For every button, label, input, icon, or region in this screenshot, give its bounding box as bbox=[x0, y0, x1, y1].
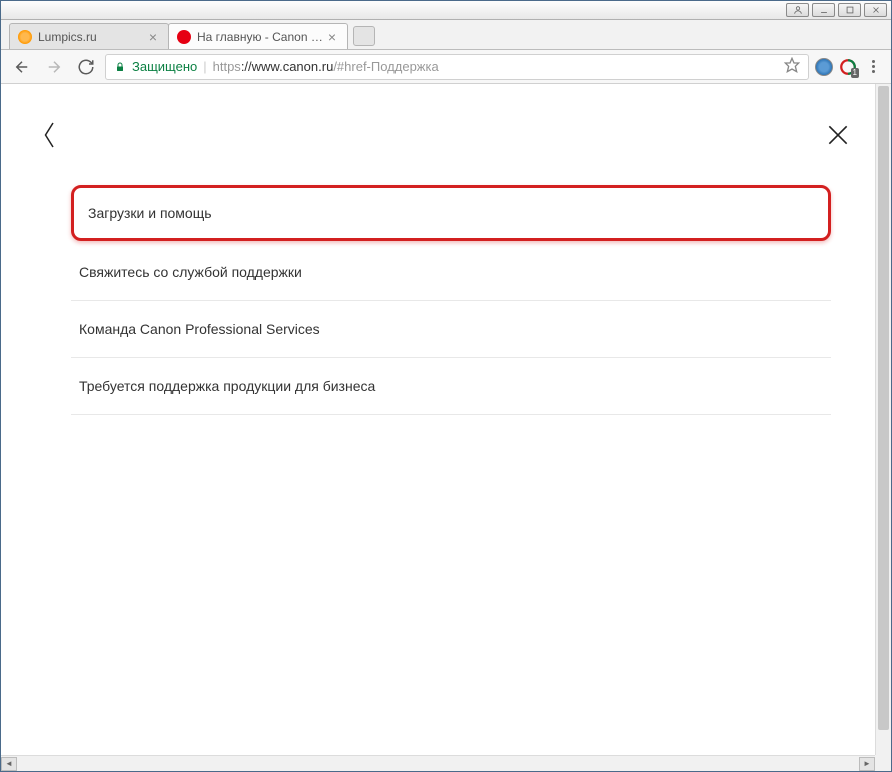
bookmark-star-icon[interactable] bbox=[784, 57, 800, 76]
tab-strip: Lumpics.ru × На главную - Canon Рос × bbox=[1, 20, 891, 50]
nav-forward-button[interactable] bbox=[41, 54, 67, 80]
menu-item-label: Свяжитесь со службой поддержки bbox=[79, 264, 302, 280]
tab-title: Lumpics.ru bbox=[38, 30, 146, 44]
tab-close-icon[interactable]: × bbox=[325, 30, 339, 44]
horizontal-scrollbar[interactable]: ◄ ► bbox=[1, 755, 875, 771]
page-content: Загрузки и помощь Свяжитесь со службой п… bbox=[1, 84, 891, 755]
menu-item-label: Требуется поддержка продукции для бизнес… bbox=[79, 378, 375, 394]
window-minimize-button[interactable] bbox=[812, 3, 835, 17]
extension-badge: 1 bbox=[851, 68, 859, 78]
page-viewport: Загрузки и помощь Свяжитесь со службой п… bbox=[1, 84, 891, 755]
menu-item-downloads-help[interactable]: Загрузки и помощь bbox=[71, 185, 831, 241]
menu-item-contact-support[interactable]: Свяжитесь со службой поддержки bbox=[71, 244, 831, 301]
scrollbar-corner bbox=[875, 755, 891, 771]
menu-item-label: Загрузки и помощь bbox=[88, 205, 212, 221]
secure-label: Защищено bbox=[132, 59, 197, 74]
url-text: https://www.canon.ru/#href-Поддержка bbox=[213, 59, 439, 74]
favicon-canon-icon bbox=[177, 30, 191, 44]
scroll-left-button[interactable]: ◄ bbox=[1, 757, 17, 771]
overlay-nav bbox=[31, 120, 861, 185]
extension-adblock-icon[interactable]: 1 bbox=[839, 58, 857, 76]
menu-item-business-support[interactable]: Требуется поддержка продукции для бизнес… bbox=[71, 358, 831, 415]
support-menu-list: Загрузки и помощь Свяжитесь со службой п… bbox=[71, 185, 831, 415]
tab-title: На главную - Canon Рос bbox=[197, 30, 325, 44]
scrollbar-thumb[interactable] bbox=[878, 86, 889, 730]
window-close-button[interactable] bbox=[864, 3, 887, 17]
vertical-scrollbar[interactable] bbox=[875, 84, 891, 755]
overlay-close-button[interactable] bbox=[825, 122, 851, 153]
scroll-right-button[interactable]: ► bbox=[859, 757, 875, 771]
browser-toolbar: Защищено | https://www.canon.ru/#href-По… bbox=[1, 50, 891, 84]
tab-close-icon[interactable]: × bbox=[146, 30, 160, 44]
url-separator: | bbox=[203, 59, 206, 74]
extension-icon[interactable] bbox=[815, 58, 833, 76]
address-bar[interactable]: Защищено | https://www.canon.ru/#href-По… bbox=[105, 54, 809, 80]
nav-reload-button[interactable] bbox=[73, 54, 99, 80]
window-titlebar bbox=[1, 1, 891, 20]
window-user-button[interactable] bbox=[786, 3, 809, 17]
favicon-lumpics-icon bbox=[18, 30, 32, 44]
menu-item-label: Команда Canon Professional Services bbox=[79, 321, 320, 337]
menu-item-cps-team[interactable]: Команда Canon Professional Services bbox=[71, 301, 831, 358]
new-tab-button[interactable] bbox=[353, 26, 375, 46]
lock-icon bbox=[114, 61, 126, 73]
tab-canon[interactable]: На главную - Canon Рос × bbox=[168, 23, 348, 49]
tab-lumpics[interactable]: Lumpics.ru × bbox=[9, 23, 169, 49]
overlay-back-button[interactable] bbox=[41, 120, 59, 155]
browser-menu-button[interactable] bbox=[863, 60, 883, 73]
nav-back-button[interactable] bbox=[9, 54, 35, 80]
window-maximize-button[interactable] bbox=[838, 3, 861, 17]
